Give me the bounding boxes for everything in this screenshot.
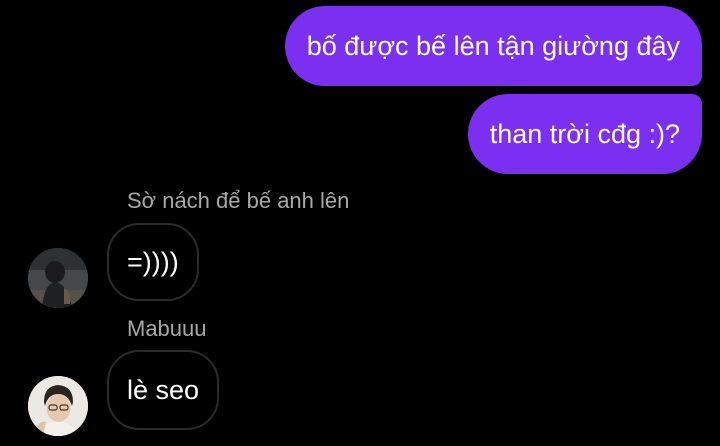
profile-photo-icon (28, 376, 88, 436)
chat-thread: bố được bế lên tận giường đây than trời … (0, 0, 720, 446)
sender-name: Sờ nách để bế anh lên (127, 188, 350, 213)
message-text: =)))) (127, 247, 179, 277)
profile-photo-icon (28, 248, 88, 308)
outgoing-message[interactable]: than trời cđg :)? (467, 94, 702, 174)
message-text: bố được bế lên tận giường đây (306, 31, 680, 61)
incoming-message[interactable]: =)))) (107, 223, 199, 301)
avatar[interactable] (28, 376, 88, 436)
avatar[interactable] (28, 248, 88, 308)
outgoing-message[interactable]: bố được bế lên tận giường đây (284, 6, 702, 86)
message-text: than trời cđg :)? (489, 119, 680, 149)
message-text: lè seo (127, 375, 200, 405)
incoming-message[interactable]: lè seo (107, 350, 220, 430)
sender-name: Mabuuu (127, 316, 207, 341)
